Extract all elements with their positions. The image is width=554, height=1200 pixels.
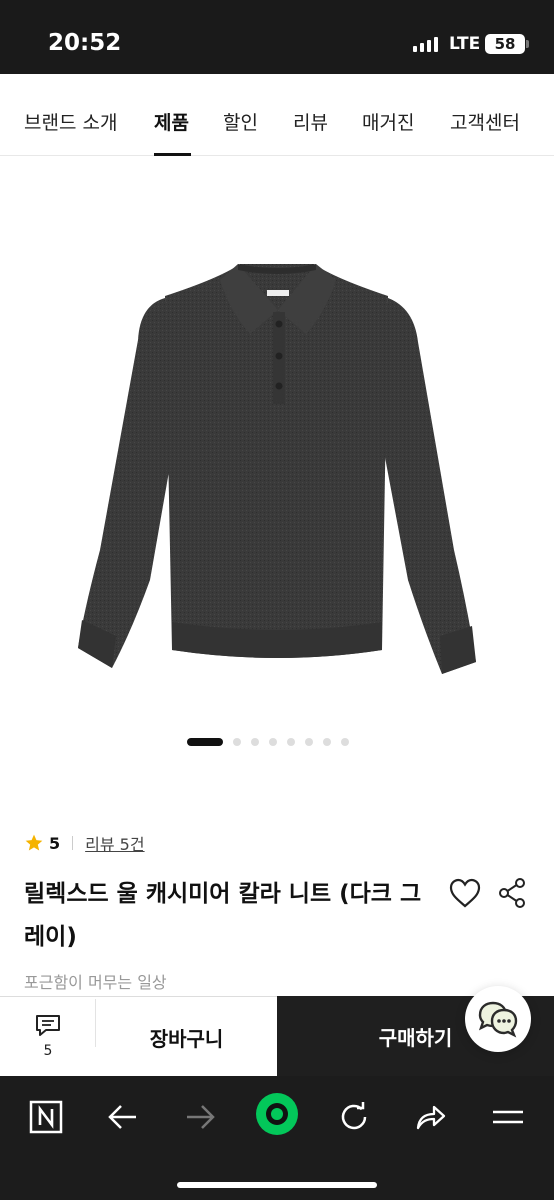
product-image[interactable] (70, 250, 484, 690)
heart-icon[interactable] (448, 877, 482, 909)
active-tab-indicator (154, 153, 191, 156)
refresh-icon (341, 1102, 367, 1130)
tab-reviews[interactable]: 리뷰 (293, 108, 328, 135)
green-dot-icon (256, 1093, 298, 1135)
category-nav: 브랜드 소개 제품 할인 리뷰 매거진 고객센터 (0, 74, 554, 156)
tab-brand-intro[interactable]: 브랜드 소개 (24, 108, 117, 135)
rating-row: 5 리뷰 5건 (24, 831, 145, 855)
review-icon (36, 1015, 60, 1036)
tab-products[interactable]: 제품 (154, 108, 189, 135)
image-pagination (187, 738, 349, 746)
tab-magazine[interactable]: 매거진 (362, 108, 414, 135)
divider (72, 836, 74, 850)
tab-customer-center[interactable]: 고객센터 (450, 108, 520, 135)
status-bar: 20:52 LTE 58 (0, 0, 554, 74)
signal-icon (413, 36, 438, 52)
pagination-dot[interactable] (269, 738, 277, 746)
star-icon (25, 834, 43, 851)
battery-level: 58 (494, 35, 516, 53)
share-forward-button[interactable] (410, 1097, 450, 1137)
rating-score: 5 (49, 833, 61, 853)
pagination-dot-active[interactable] (187, 738, 223, 746)
pagination-dot[interactable] (323, 738, 331, 746)
battery-icon: 58 (485, 34, 529, 54)
review-count-link[interactable]: 리뷰 5건 (85, 831, 144, 855)
pagination-dot[interactable] (251, 738, 259, 746)
pagination-dot[interactable] (305, 738, 313, 746)
refresh-button[interactable] (334, 1097, 374, 1137)
green-dot-button[interactable] (254, 1091, 300, 1137)
chat-icon (478, 1001, 518, 1038)
review-count: 5 (43, 1043, 53, 1059)
review-count-button[interactable]: 5 (30, 1013, 66, 1059)
product-subtitle: 포근함이 머무는 일상 (24, 973, 167, 992)
tab-sale[interactable]: 할인 (223, 108, 258, 135)
menu-icon (493, 1110, 523, 1124)
forward-icon (187, 1105, 215, 1129)
forward-button[interactable] (180, 1097, 220, 1137)
back-icon (108, 1105, 136, 1129)
pagination-dot[interactable] (341, 738, 349, 746)
status-time: 20:52 (48, 30, 122, 56)
naver-home-button[interactable] (26, 1097, 66, 1137)
menu-button[interactable] (488, 1097, 528, 1137)
share-icon[interactable] (497, 877, 527, 909)
pagination-dot[interactable] (287, 738, 295, 746)
chat-button[interactable] (465, 986, 531, 1052)
back-button[interactable] (103, 1097, 143, 1137)
pagination-dot[interactable] (233, 738, 241, 746)
home-indicator (177, 1182, 377, 1188)
add-to-cart-button[interactable]: 장바구니 (96, 997, 277, 1077)
product-title: 릴렉스드 울 캐시미어 칼라 니트 (다크 그레이) (24, 881, 422, 950)
naver-icon (29, 1100, 63, 1134)
share-forward-icon (416, 1105, 446, 1130)
network-label: LTE (449, 34, 481, 54)
